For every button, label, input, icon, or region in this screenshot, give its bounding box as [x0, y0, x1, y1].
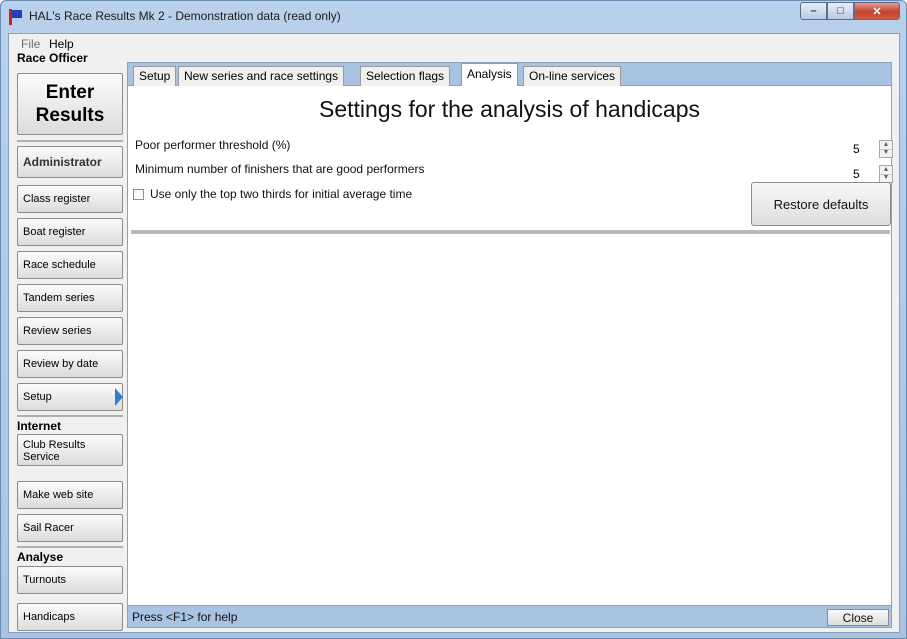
sidebar-item-turnouts[interactable]: Turnouts — [17, 566, 123, 594]
min-finishers-spin: ▲ ▼ — [879, 165, 893, 183]
section-race-officer: Race Officer — [17, 51, 88, 65]
sidebar-item-sail-racer[interactable]: Sail Racer — [17, 514, 123, 542]
min-finishers-stepper[interactable]: 5 ▲ ▼ — [851, 165, 897, 183]
sidebar-item-class-register[interactable]: Class register — [17, 185, 123, 213]
minimize-button[interactable]: – — [800, 2, 827, 20]
tab-setup[interactable]: Setup — [133, 66, 177, 86]
tab-selection-flags[interactable]: Selection flags — [360, 66, 451, 86]
tab-new-series-and-race-settings[interactable]: New series and race settings — [178, 66, 345, 86]
close-button[interactable]: Close — [827, 609, 889, 626]
restore-defaults-button[interactable]: Restore defaults — [751, 182, 891, 226]
spin-down-icon[interactable]: ▼ — [880, 149, 892, 157]
app-window: HAL's Race Results Mk 2 - Demonstration … — [0, 0, 907, 639]
sidebar-divider — [17, 415, 123, 417]
maximize-icon: □ — [837, 5, 844, 17]
minimize-icon: – — [810, 5, 817, 17]
menu-help[interactable]: Help — [49, 37, 74, 51]
page-title: Settings for the analysis of handicaps — [318, 96, 700, 122]
analysis-panel: Settings for the analysis of handicaps P… — [127, 86, 893, 606]
title-bar[interactable]: HAL's Race Results Mk 2 - Demonstration … — [1, 1, 906, 33]
maximize-button[interactable]: □ — [827, 2, 854, 20]
poor-performer-value[interactable]: 5 — [851, 140, 877, 158]
sidebar-item-setup[interactable]: Setup — [17, 383, 123, 411]
panel-divider — [131, 230, 890, 234]
enter-results-line2: Results — [35, 105, 105, 126]
sidebar-item-setup-label: Setup — [23, 391, 52, 403]
poor-performer-label: Poor performer threshold (%) — [135, 138, 291, 152]
sidebar-item-review-by-date[interactable]: Review by date — [17, 350, 123, 378]
poor-performer-stepper[interactable]: 5 ▲ ▼ — [851, 140, 897, 158]
sidebar-item-handicaps[interactable]: Handicaps — [17, 603, 123, 631]
sidebar-divider — [17, 546, 123, 548]
selected-arrow-icon — [115, 388, 123, 406]
client-area: File Help Race Officer Enter Results Adm… — [8, 33, 900, 633]
status-bar: Press <F1> for help Close — [127, 606, 892, 628]
close-icon: ✕ — [872, 5, 882, 18]
menu-bar: File Help — [9, 34, 899, 53]
race-flag-icon — [9, 9, 23, 25]
window-title: HAL's Race Results Mk 2 - Demonstration … — [29, 9, 341, 23]
top-two-thirds-option[interactable]: Use only the top two thirds for initial … — [133, 186, 412, 202]
section-internet: Internet — [17, 419, 62, 433]
min-finishers-label: Minimum number of finishers that are goo… — [135, 162, 425, 176]
poor-performer-spin: ▲ ▼ — [879, 140, 893, 158]
section-analyse: Analyse — [17, 550, 64, 564]
menu-file[interactable]: File — [21, 37, 40, 51]
sidebar-item-boat-register[interactable]: Boat register — [17, 218, 123, 246]
sidebar-divider — [17, 140, 123, 142]
sidebar-item-race-schedule[interactable]: Race schedule — [17, 251, 123, 279]
min-finishers-value[interactable]: 5 — [851, 165, 877, 183]
sidebar-item-make-web-site[interactable]: Make web site — [17, 481, 123, 509]
sidebar: Race Officer Enter Results Administrator… — [9, 51, 127, 632]
tab-analysis[interactable]: Analysis — [461, 63, 518, 87]
enter-results-button[interactable]: Enter Results — [17, 73, 123, 135]
sidebar-item-review-series[interactable]: Review series — [17, 317, 123, 345]
enter-results-line1: Enter — [45, 82, 95, 103]
top-two-thirds-checkbox[interactable] — [133, 188, 144, 200]
tab-strip: Setup New series and race settings Selec… — [127, 62, 892, 87]
administrator-button[interactable]: Administrator — [17, 146, 123, 178]
top-two-thirds-label: Use only the top two thirds for initial … — [150, 187, 413, 201]
sidebar-item-tandem-series[interactable]: Tandem series — [17, 284, 123, 312]
sidebar-item-club-results-service[interactable]: Club Results Service — [17, 434, 123, 466]
tab-on-line-services[interactable]: On-line services — [523, 66, 622, 86]
caption-buttons: – □ ✕ — [800, 2, 900, 22]
status-help-text: Press <F1> for help — [132, 610, 238, 624]
spin-down-icon[interactable]: ▼ — [880, 174, 892, 182]
close-window-button[interactable]: ✕ — [854, 2, 900, 20]
